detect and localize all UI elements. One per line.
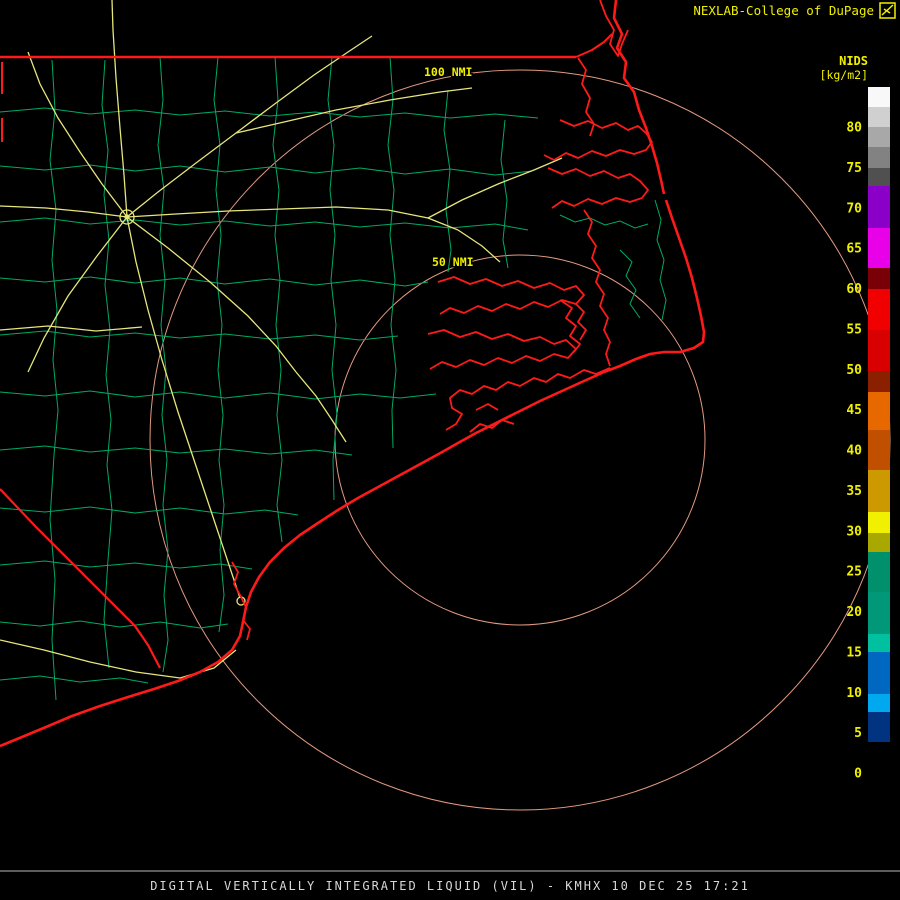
colorbar-tick-label: 20	[846, 605, 862, 620]
radar-map: 50 NMI 100 NMI NEXLAB-College of DuPage …	[0, 0, 900, 900]
colorbar-segment	[868, 712, 890, 742]
colorbar-segment	[868, 371, 890, 392]
colorbar-tick-label: 35	[846, 484, 862, 499]
colorbar-segment	[868, 592, 890, 634]
colorbar-segment	[868, 392, 890, 430]
colorbar-segment	[868, 107, 890, 127]
colorbar-segment	[868, 147, 890, 168]
ring-label-50nmi: 50 NMI	[432, 255, 474, 269]
ring-label-100nmi: 100 NMI	[424, 65, 472, 79]
colorbar-tick-label: 55	[846, 322, 862, 337]
colorbar-segment	[868, 168, 890, 186]
colorbar-segment	[868, 289, 890, 330]
colorbar-segment	[868, 742, 890, 792]
colorbar-tick-label: 30	[846, 524, 862, 539]
source-title: NEXLAB-College of DuPage	[693, 3, 874, 18]
colorbar-segment	[868, 186, 890, 228]
colorbar-segment	[868, 228, 890, 268]
colorbar-tick-label: 0	[854, 767, 862, 782]
colorbar-segment	[868, 512, 890, 533]
colorbar-tick-label: 50	[846, 363, 862, 378]
colorbar-segment	[868, 127, 890, 147]
colorbar-tick-label: 5	[854, 726, 862, 741]
radar-display: 50 NMI 100 NMI NEXLAB-College of DuPage …	[0, 0, 900, 900]
colorbar-tick-label: 40	[846, 444, 862, 459]
colorbar-segments	[868, 87, 890, 792]
colorbar-tick-label: 15	[846, 645, 862, 660]
colorbar-tick-label: 45	[846, 403, 862, 418]
colorbar-tick-label: 10	[846, 686, 862, 701]
colorbar-segment	[868, 330, 890, 371]
colorbar-tick-label: 60	[846, 282, 862, 297]
colorbar-tick-label: 25	[846, 565, 862, 580]
colorbar-segment	[868, 470, 890, 512]
background	[0, 0, 900, 900]
product-caption: DIGITAL VERTICALLY INTEGRATED LIQUID (VI…	[150, 879, 750, 893]
colorbar-segment	[868, 694, 890, 712]
colorbar-segment	[868, 533, 890, 552]
colorbar-segment	[868, 268, 890, 289]
colorbar-segment	[868, 634, 890, 652]
colorbar-tick-label: 80	[846, 121, 862, 136]
colorbar-segment	[868, 430, 890, 470]
colorbar-segment	[868, 552, 890, 592]
units-label: [kg/m2]	[820, 68, 868, 82]
product-label: NIDS	[839, 54, 868, 68]
colorbar-tick-label: 75	[846, 161, 862, 176]
colorbar-tick-label: 70	[846, 201, 862, 216]
colorbar-tick-label: 65	[846, 242, 862, 257]
colorbar-segment	[868, 652, 890, 694]
colorbar-segment	[868, 87, 890, 107]
